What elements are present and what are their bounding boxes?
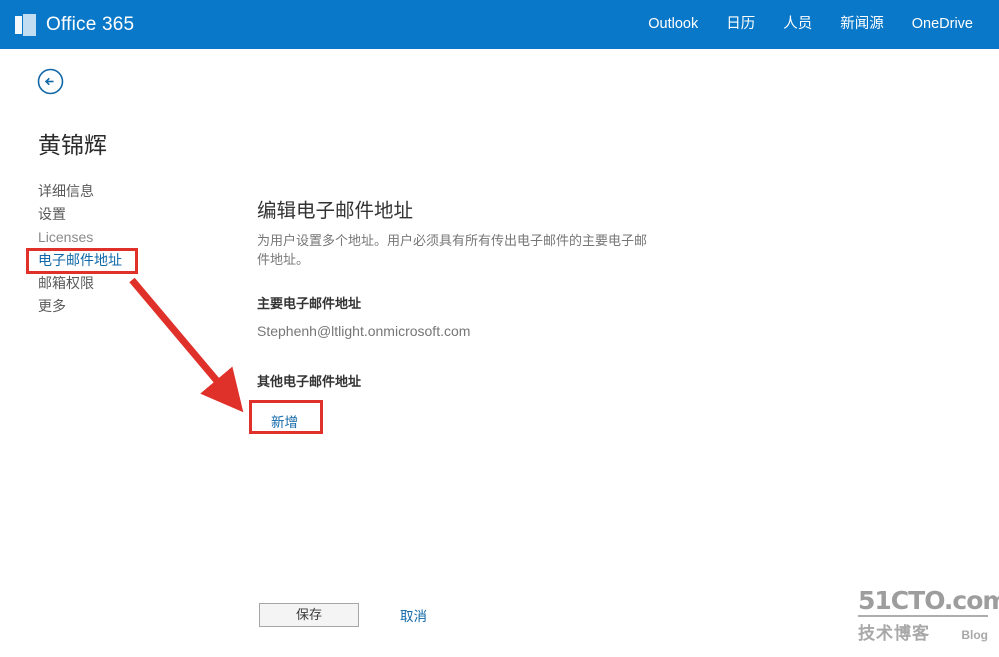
primary-email-group: 主要电子邮件地址 Stephenh@ltlight.onmicrosoft.co…	[257, 295, 677, 340]
suite-nav: Outlook 日历 人员 新闻源 OneDrive	[634, 0, 987, 49]
back-arrow-circle-icon[interactable]	[37, 68, 64, 95]
sidebar-item-licenses[interactable]: Licenses	[36, 226, 216, 249]
main-content: 编辑电子邮件地址 为用户设置多个地址。用户必须具有所有传出电子邮件的主要电子邮件…	[257, 198, 677, 437]
sidebar-item-more[interactable]: 更多	[36, 295, 216, 318]
office-waffle-icon	[15, 13, 37, 36]
nav-link-onedrive[interactable]: OneDrive	[898, 0, 987, 49]
brand-label: Office 365	[46, 13, 135, 35]
nav-link-outlook[interactable]: Outlook	[634, 0, 712, 49]
sidebar-item-details[interactable]: 详细信息	[36, 180, 216, 203]
watermark-site: 51CTO.com	[858, 586, 999, 615]
footer-actions: 保存 取消	[259, 603, 427, 627]
suite-bar: Office 365 Outlook 日历 人员 新闻源 OneDrive	[0, 0, 999, 49]
cancel-link[interactable]: 取消	[400, 605, 427, 625]
office-brand[interactable]: Office 365	[15, 0, 134, 49]
watermark-blog: Blog	[961, 628, 988, 642]
content-description: 为用户设置多个地址。用户必须具有所有传出电子邮件的主要电子邮件地址。	[257, 233, 648, 267]
watermark-cn: 技术博客	[858, 624, 930, 643]
other-email-label: 其他电子邮件地址	[257, 374, 362, 389]
save-button[interactable]: 保存	[259, 603, 359, 627]
primary-email-value: Stephenh@ltlight.onmicrosoft.com	[257, 323, 471, 339]
page-title: 黄锦辉	[38, 132, 107, 158]
sidebar-item-settings[interactable]: 设置	[36, 203, 216, 226]
nav-link-calendar[interactable]: 日历	[712, 0, 769, 49]
add-email-button[interactable]: 新增	[257, 405, 312, 437]
content-heading: 编辑电子邮件地址	[257, 200, 414, 222]
nav-link-people[interactable]: 人员	[769, 0, 826, 49]
watermark: 51CTO.com 技术博客 Blog	[858, 586, 999, 644]
left-nav: 详细信息 设置 Licenses 电子邮件地址 邮箱权限 更多	[36, 180, 216, 318]
nav-link-newsfeed[interactable]: 新闻源	[826, 0, 898, 49]
sidebar-item-email-addresses[interactable]: 电子邮件地址	[36, 249, 216, 272]
other-email-group: 其他电子邮件地址 新增	[257, 373, 677, 437]
watermark-rule	[858, 615, 988, 617]
sidebar-item-mailbox-permissions[interactable]: 邮箱权限	[36, 272, 216, 295]
add-link-wrapper: 新增	[257, 405, 312, 437]
primary-email-label: 主要电子邮件地址	[257, 296, 362, 311]
